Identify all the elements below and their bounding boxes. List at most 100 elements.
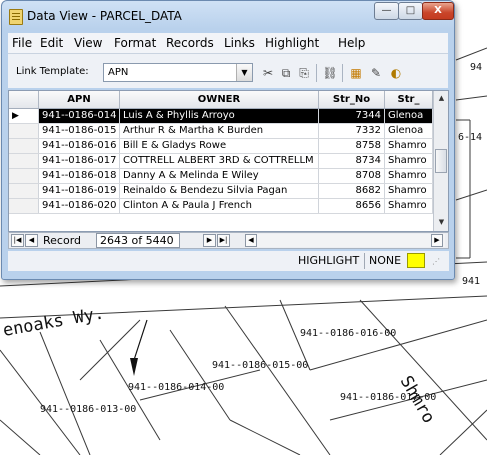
cell-str-no[interactable]: 8708 — [319, 169, 385, 183]
cell-owner[interactable]: Danny A & Melinda E Wiley — [120, 169, 319, 183]
table-row[interactable]: ▶ 941--0186-014 Luis A & Phyllis Arroyo … — [9, 109, 448, 124]
last-record-icon[interactable]: ▶| — [217, 234, 230, 247]
next-record-icon[interactable]: ▶ — [203, 234, 216, 247]
status-bar: HIGHLIGHT NONE ⋰ — [8, 251, 449, 271]
cell-street[interactable]: Shamro — [385, 169, 433, 183]
table-row[interactable]: 941--0186-017 COTTRELL ALBERT 3RD & COTT… — [9, 154, 448, 169]
cell-street[interactable]: Glenoa — [385, 124, 433, 138]
cell-str-no[interactable]: 7344 — [319, 109, 385, 123]
menu-file[interactable]: File — [12, 36, 32, 50]
cell-apn[interactable]: 941--0186-019 — [39, 184, 120, 198]
vertical-scrollbar[interactable]: ▲ ▼ — [433, 91, 448, 231]
scroll-down-icon[interactable]: ▼ — [434, 215, 448, 230]
cell-str-no[interactable]: 7332 — [319, 124, 385, 138]
highlight-color-swatch[interactable] — [407, 253, 425, 268]
tool-icon[interactable]: ✎ — [368, 65, 384, 81]
cell-owner[interactable]: Luis A & Phyllis Arroyo — [120, 109, 319, 123]
menu-records[interactable]: Records — [166, 36, 214, 50]
cell-owner[interactable]: COTTRELL ALBERT 3RD & COTTRELLM — [120, 154, 319, 168]
maximize-button[interactable]: □ — [398, 2, 423, 20]
cell-owner[interactable]: Clinton A & Paula J French — [120, 199, 319, 213]
cell-street[interactable]: Glenoa — [385, 109, 433, 123]
link-template-label: Link Template: — [16, 66, 89, 77]
table-row[interactable]: 941--0186-020 Clinton A & Paula J French… — [9, 199, 448, 214]
cell-owner[interactable]: Bill E & Gladys Rowe — [120, 139, 319, 153]
menu-help[interactable]: Help — [338, 36, 365, 50]
copy-icon[interactable]: ⧉ — [278, 65, 294, 81]
scroll-left-icon[interactable]: ◀ — [245, 234, 257, 247]
scroll-right-icon[interactable]: ▶ — [431, 234, 443, 247]
scissors-icon[interactable]: ✂ — [260, 65, 276, 81]
table-row[interactable]: 941--0186-019 Reinaldo & Bendezu Silvia … — [9, 184, 448, 199]
cell-owner[interactable]: Arthur R & Martha K Burden — [120, 124, 319, 138]
record-position-field[interactable]: 2643 of 5440 — [96, 233, 180, 248]
title-bar[interactable]: Data View - PARCEL_DATA — □ X — [2, 1, 454, 31]
record-navigator: |◀ ◀ Record 2643 of 5440 ▶ ▶| ◀ ▶ — [8, 232, 449, 249]
street-label-glenoaks: enoaks Wy. — [1, 303, 105, 340]
parcel-label-016: 941--0186-016-00 — [300, 328, 396, 339]
cell-apn[interactable]: 941--0186-020 — [39, 199, 120, 213]
column-header-str-no[interactable]: Str_No — [319, 91, 385, 108]
table-row[interactable]: 941--0186-015 Arthur R & Martha K Burden… — [9, 124, 448, 139]
menu-links[interactable]: Links — [224, 36, 255, 50]
record-label: Record — [43, 234, 82, 247]
toolbar-separator — [316, 64, 317, 82]
parcel-label-edge-top: 94 — [470, 62, 482, 73]
menu-bar: File Edit View Format Records Links High… — [8, 33, 448, 54]
chevron-down-icon[interactable]: ▼ — [236, 64, 252, 81]
row-selector[interactable] — [9, 139, 39, 153]
toolbar-separator — [342, 64, 343, 82]
previous-record-icon[interactable]: ◀ — [25, 234, 38, 247]
scroll-up-icon[interactable]: ▲ — [434, 91, 448, 106]
paint-icon[interactable]: ◐ — [388, 65, 404, 81]
cell-apn[interactable]: 941--0186-018 — [39, 169, 120, 183]
minimize-button[interactable]: — — [374, 2, 399, 20]
cell-street[interactable]: Shamro — [385, 199, 433, 213]
row-selector[interactable] — [9, 169, 39, 183]
column-header-apn[interactable]: APN — [39, 91, 120, 108]
paste-icon[interactable]: ⎘ — [296, 65, 312, 81]
data-grid[interactable]: APN OWNER Str_No Str_ ▶ 941--0186-014 Lu… — [8, 90, 449, 232]
menu-view[interactable]: View — [74, 36, 102, 50]
link-icon[interactable]: ⛓ — [322, 65, 338, 81]
highlight-label: HIGHLIGHT — [298, 254, 360, 267]
cell-street[interactable]: Shamro — [385, 154, 433, 168]
menu-format[interactable]: Format — [114, 36, 156, 50]
row-selector[interactable] — [9, 154, 39, 168]
cell-apn[interactable]: 941--0186-014 — [39, 109, 120, 123]
grid-header: APN OWNER Str_No Str_ — [9, 91, 448, 109]
link-template-select[interactable]: APN ▼ — [103, 63, 253, 82]
cell-apn[interactable]: 941--0186-017 — [39, 154, 120, 168]
table-row[interactable]: 941--0186-016 Bill E & Gladys Rowe 8758 … — [9, 139, 448, 154]
current-row-icon[interactable]: ▶ — [9, 109, 39, 123]
chart-icon[interactable]: ▦ — [348, 65, 364, 81]
resize-grip-icon[interactable]: ⋰ — [432, 257, 444, 269]
column-header-owner[interactable]: OWNER — [120, 91, 319, 108]
horizontal-scrollbar[interactable]: ◀ ▶ — [245, 234, 445, 247]
cell-apn[interactable]: 941--0186-015 — [39, 124, 120, 138]
arrow-icon — [130, 358, 138, 376]
menu-highlight[interactable]: Highlight — [265, 36, 319, 50]
cell-street[interactable]: Shamro — [385, 184, 433, 198]
cell-str-no[interactable]: 8682 — [319, 184, 385, 198]
cell-owner[interactable]: Reinaldo & Bendezu Silvia Pagan — [120, 184, 319, 198]
cell-str-no[interactable]: 8734 — [319, 154, 385, 168]
close-button[interactable]: X — [422, 2, 454, 20]
table-app-icon — [9, 9, 23, 25]
table-row[interactable]: 941--0186-018 Danny A & Melinda E Wiley … — [9, 169, 448, 184]
row-selector[interactable] — [9, 184, 39, 198]
cell-str-no[interactable]: 8758 — [319, 139, 385, 153]
row-selector[interactable] — [9, 199, 39, 213]
first-record-icon[interactable]: |◀ — [11, 234, 24, 247]
row-selector[interactable] — [9, 124, 39, 138]
column-header-street[interactable]: Str_ — [385, 91, 433, 108]
cell-str-no[interactable]: 8656 — [319, 199, 385, 213]
cell-apn[interactable]: 941--0186-016 — [39, 139, 120, 153]
scroll-thumb[interactable] — [435, 149, 447, 173]
highlight-value[interactable]: NONE — [369, 254, 401, 267]
link-template-value: APN — [108, 67, 129, 78]
window-title: Data View - PARCEL_DATA — [27, 9, 182, 23]
row-selector-header — [9, 91, 39, 108]
menu-edit[interactable]: Edit — [40, 36, 63, 50]
cell-street[interactable]: Shamro — [385, 139, 433, 153]
